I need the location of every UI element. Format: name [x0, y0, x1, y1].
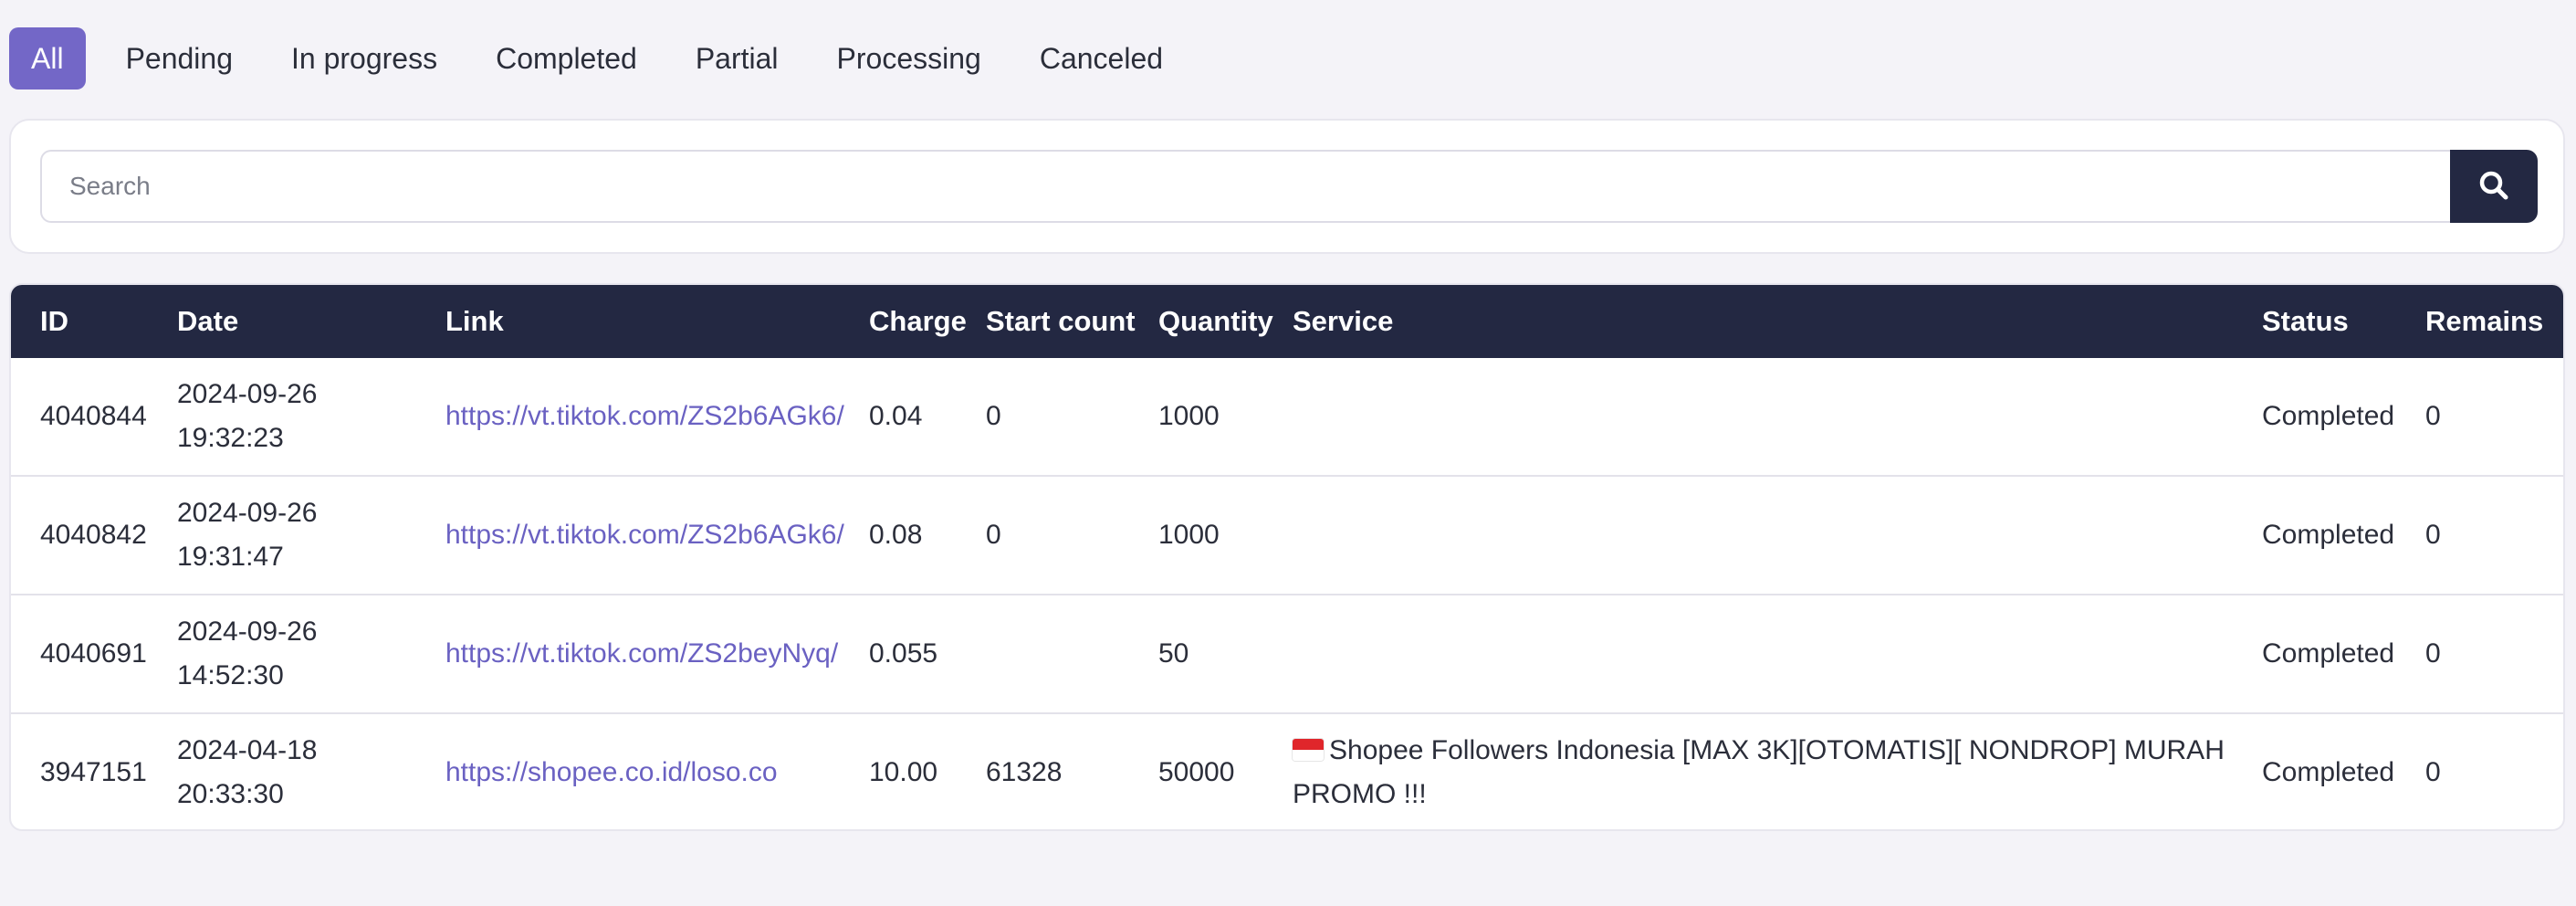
order-date: 2024-09-26 19:32:23: [177, 358, 405, 475]
order-charge: 0.04: [869, 401, 923, 431]
table-row: 3947151 2024-04-18 20:33:30 https://shope…: [11, 714, 2563, 829]
order-service: Shopee Followers Indonesia [MAX 3K][OTOM…: [1293, 735, 2225, 809]
order-status: Completed: [2262, 638, 2395, 669]
order-quantity: 50000: [1158, 757, 1235, 787]
header-quantity: Quantity: [1158, 305, 1273, 337]
order-quantity: 1000: [1158, 520, 1220, 550]
order-link-cell: https://vt.tiktok.com/ZS2b6AGk6/: [445, 358, 856, 475]
header-charge: Charge: [869, 305, 967, 337]
order-remains: 0: [2425, 757, 2441, 787]
order-date-time: 19:32:23: [177, 423, 284, 453]
order-link[interactable]: https://shopee.co.id/loso.co: [445, 751, 778, 795]
orders-table: ID Date Link Charge Start count Quantity…: [9, 283, 2565, 831]
header-remains: Remains: [2425, 305, 2544, 337]
order-charge: 0.055: [869, 638, 938, 669]
tab-pending[interactable]: Pending: [97, 27, 262, 90]
order-link[interactable]: https://vt.tiktok.com/ZS2b6AGk6/: [445, 395, 844, 438]
order-link-cell: https://vt.tiktok.com/ZS2beyNyq/: [445, 595, 856, 712]
order-date-time: 14:52:30: [177, 660, 284, 690]
search-icon: [2478, 170, 2509, 204]
order-remains: 0: [2425, 520, 2441, 550]
orders-page: All Pending In progress Completed Partia…: [0, 0, 2576, 906]
header-start-count: Start count: [986, 305, 1136, 337]
indonesia-flag-icon: [1293, 739, 1324, 761]
order-service: [1293, 477, 2242, 594]
tab-partial[interactable]: Partial: [666, 27, 808, 90]
header-status: Status: [2262, 305, 2349, 337]
header-link: Link: [445, 305, 504, 337]
order-id: 4040844: [40, 401, 147, 431]
order-remains: 0: [2425, 638, 2441, 669]
order-date-day: 2024-09-26: [177, 379, 318, 409]
order-start-count: 0: [986, 401, 1001, 431]
order-service-cell: Shopee Followers Indonesia [MAX 3K][OTOM…: [1293, 714, 2242, 829]
tab-processing[interactable]: Processing: [808, 27, 1011, 90]
order-date-time: 20:33:30: [177, 779, 284, 809]
order-date: 2024-09-26 14:52:30: [177, 595, 405, 712]
order-link-cell: https://vt.tiktok.com/ZS2b6AGk6/: [445, 477, 856, 594]
order-start-count: 61328: [986, 757, 1063, 787]
order-status: Completed: [2262, 757, 2395, 787]
order-date-day: 2024-04-18: [177, 735, 318, 765]
order-id: 4040691: [40, 638, 147, 669]
table-row: 4040691 2024-09-26 14:52:30 https://vt.ti…: [11, 595, 2563, 714]
order-date-day: 2024-09-26: [177, 498, 318, 528]
order-id: 4040842: [40, 520, 147, 550]
search-button[interactable]: [2450, 150, 2538, 223]
order-id: 3947151: [40, 757, 147, 787]
tab-all[interactable]: All: [9, 27, 86, 90]
order-charge: 0.08: [869, 520, 923, 550]
order-link[interactable]: https://vt.tiktok.com/ZS2beyNyq/: [445, 632, 838, 676]
header-id: ID: [40, 305, 68, 337]
order-start-count: [986, 595, 1150, 712]
header-date: Date: [177, 305, 239, 337]
order-date-time: 19:31:47: [177, 542, 284, 572]
order-date: 2024-09-26 19:31:47: [177, 477, 405, 594]
order-link[interactable]: https://vt.tiktok.com/ZS2b6AGk6/: [445, 513, 844, 557]
order-status: Completed: [2262, 401, 2395, 431]
order-date-day: 2024-09-26: [177, 616, 318, 647]
order-remains: 0: [2425, 401, 2441, 431]
order-start-count: 0: [986, 520, 1001, 550]
order-service: [1293, 595, 2242, 712]
tab-in-progress[interactable]: In progress: [262, 27, 466, 90]
search-card: [9, 119, 2565, 254]
table-row: 4040844 2024-09-26 19:32:23 https://vt.ti…: [11, 358, 2563, 477]
header-service: Service: [1293, 305, 1394, 337]
table-header: ID Date Link Charge Start count Quantity…: [11, 285, 2563, 358]
order-service: [1293, 358, 2242, 475]
order-link-cell: https://shopee.co.id/loso.co: [445, 714, 856, 829]
order-quantity: 50: [1158, 638, 1189, 669]
search-input[interactable]: [40, 150, 2450, 223]
status-filter-tabs: All Pending In progress Completed Partia…: [9, 27, 1192, 90]
order-charge: 10.00: [869, 757, 938, 787]
order-status: Completed: [2262, 520, 2395, 550]
order-quantity: 1000: [1158, 401, 1220, 431]
tab-completed[interactable]: Completed: [466, 27, 666, 90]
order-date: 2024-04-18 20:33:30: [177, 714, 405, 829]
table-row: 4040842 2024-09-26 19:31:47 https://vt.ti…: [11, 477, 2563, 595]
tab-canceled[interactable]: Canceled: [1011, 27, 1192, 90]
